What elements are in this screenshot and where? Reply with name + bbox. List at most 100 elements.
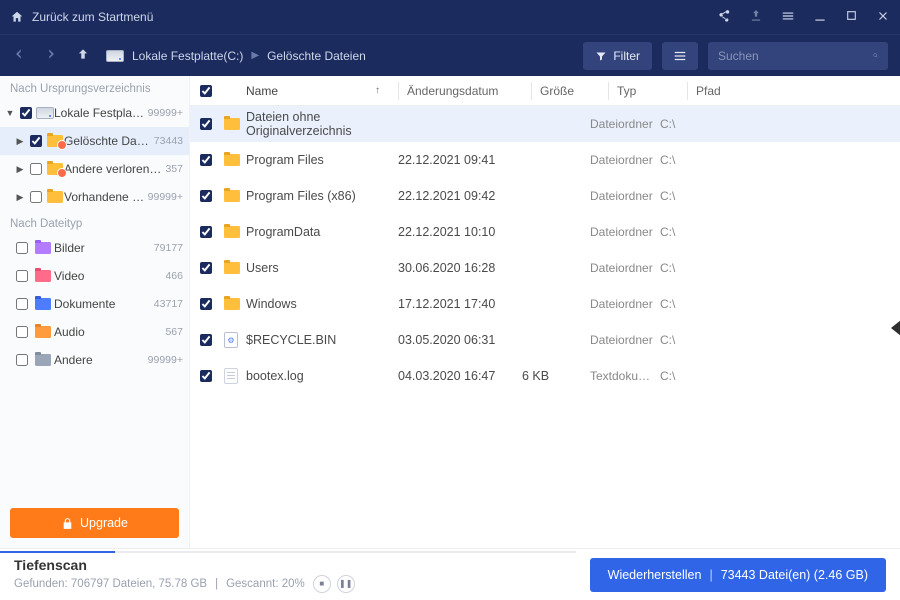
table-header: Name ↑ Änderungsdatum Größe Typ Pfad	[190, 76, 900, 106]
nav-forward-icon[interactable]	[44, 47, 58, 64]
filter-icon	[595, 50, 607, 62]
expander-icon[interactable]: ▶	[14, 192, 26, 203]
category-row[interactable]: Dokumente43717	[0, 290, 189, 318]
category-count: 99999+	[148, 354, 183, 366]
close-icon[interactable]	[876, 9, 890, 26]
tree-sub-checkbox[interactable]	[30, 191, 42, 203]
tree-sub-checkbox[interactable]	[30, 135, 42, 147]
row-icon	[224, 142, 246, 178]
row-checkbox[interactable]	[200, 334, 212, 346]
footer: Tiefenscan Gefunden: 706797 Dateien, 75.…	[0, 548, 900, 600]
table-row[interactable]: Program Files22.12.2021 09:41Dateiordner…	[190, 142, 900, 178]
table-row[interactable]: Program Files (x86)22.12.2021 09:42Datei…	[190, 178, 900, 214]
search-input[interactable]	[718, 49, 873, 63]
category-label: Bilder	[52, 241, 154, 255]
row-size	[522, 214, 590, 250]
category-row[interactable]: Bilder79177	[0, 234, 189, 262]
category-checkbox[interactable]	[16, 270, 28, 282]
filter-button[interactable]: Filter	[583, 42, 652, 70]
breadcrumb-folder[interactable]: Gelöschte Dateien	[267, 49, 366, 63]
row-path: C:\	[660, 358, 900, 394]
row-checkbox[interactable]	[200, 226, 212, 238]
table-row[interactable]: ProgramData22.12.2021 10:10DateiordnerC:…	[190, 214, 900, 250]
row-checkbox[interactable]	[200, 370, 212, 382]
row-checkbox[interactable]	[200, 118, 212, 130]
row-checkbox[interactable]	[200, 298, 212, 310]
header-name[interactable]: Name	[246, 84, 278, 98]
table-row[interactable]: Dateien ohne OriginalverzeichnisDateiord…	[190, 106, 900, 142]
row-path: C:\	[660, 286, 900, 322]
side-panel-toggle[interactable]	[891, 320, 900, 336]
scan-pause-button[interactable]: ❚❚	[337, 575, 355, 593]
breadcrumb-drive[interactable]: Lokale Festplatte(C:)	[132, 49, 243, 63]
row-path: C:\	[660, 142, 900, 178]
header-date[interactable]: Änderungsdatum	[407, 76, 531, 105]
scan-percent: Gescannt: 20%	[226, 578, 305, 590]
tree-drive-checkbox[interactable]	[20, 107, 32, 119]
row-size	[522, 250, 590, 286]
category-checkbox[interactable]	[16, 326, 28, 338]
nav-up-icon[interactable]	[76, 47, 90, 64]
expander-icon[interactable]: ▶	[14, 136, 26, 147]
scan-stop-button[interactable]: ■	[313, 575, 331, 593]
table-row[interactable]: bootex.log04.03.2020 16:476 KBTextdoku…C…	[190, 358, 900, 394]
tree-sub-checkbox[interactable]	[30, 163, 42, 175]
row-type: Textdoku…	[590, 358, 660, 394]
expander-icon[interactable]: ▶	[14, 164, 26, 175]
recover-meta: 73443 Datei(en) (2.46 GB)	[721, 568, 868, 582]
back-to-start-label: Zurück zum Startmenü	[32, 10, 153, 24]
row-checkbox[interactable]	[200, 154, 212, 166]
header-path[interactable]: Pfad	[696, 76, 900, 105]
nav-arrows	[12, 47, 90, 64]
drive-icon	[106, 50, 124, 62]
category-label: Dokumente	[52, 297, 154, 311]
tree-drive-row[interactable]: ▼ Lokale Festplatte(C:) 99999+	[0, 99, 189, 127]
folder-icon	[46, 191, 64, 203]
category-checkbox[interactable]	[16, 298, 28, 310]
back-to-start-button[interactable]: Zurück zum Startmenü	[10, 10, 153, 24]
table-row[interactable]: ⚙$RECYCLE.BIN03.05.2020 06:31Dateiordner…	[190, 322, 900, 358]
row-icon: ⚙	[224, 322, 246, 358]
minimize-icon[interactable]	[813, 9, 827, 26]
export-icon[interactable]	[749, 9, 763, 26]
drive-icon	[36, 107, 54, 119]
table-row[interactable]: Users30.06.2020 16:28DateiordnerC:\	[190, 250, 900, 286]
tree-sub-row[interactable]: ▶Andere verlorene Date…357	[0, 155, 189, 183]
category-checkbox[interactable]	[16, 354, 28, 366]
row-icon	[224, 178, 246, 214]
recover-button[interactable]: Wiederherstellen | 73443 Datei(en) (2.46…	[590, 558, 886, 592]
tree-sub-count: 357	[165, 163, 189, 175]
table-row[interactable]: Windows17.12.2021 17:40DateiordnerC:\	[190, 286, 900, 322]
row-name: bootex.log	[246, 358, 398, 394]
expander-icon[interactable]: ▼	[4, 108, 16, 118]
row-checkbox[interactable]	[200, 190, 212, 202]
sidebar-section-origin: Nach Ursprungsverzeichnis	[0, 76, 189, 99]
tree-sub-row[interactable]: ▶Vorhandene Dateien99999+	[0, 183, 189, 211]
category-checkbox[interactable]	[16, 242, 28, 254]
view-toggle-button[interactable]	[662, 42, 698, 70]
row-checkbox[interactable]	[200, 262, 212, 274]
row-name: Program Files	[246, 142, 398, 178]
share-icon[interactable]	[717, 9, 731, 26]
scan-title: Tiefenscan	[14, 557, 562, 573]
header-type[interactable]: Typ	[617, 76, 687, 105]
menu-icon[interactable]	[781, 9, 795, 26]
home-icon	[10, 10, 24, 24]
tree-sub-row[interactable]: ▶Gelöschte Dateien73443	[0, 127, 189, 155]
upgrade-button[interactable]: Upgrade	[10, 508, 179, 538]
row-date: 22.12.2021 10:10	[398, 214, 522, 250]
search-field[interactable]	[708, 42, 888, 70]
category-folder-icon	[34, 298, 52, 310]
category-count: 567	[165, 326, 183, 338]
sort-asc-icon[interactable]: ↑	[375, 85, 380, 96]
category-row[interactable]: Audio567	[0, 318, 189, 346]
recover-label: Wiederherstellen	[608, 568, 702, 582]
category-row[interactable]: Video466	[0, 262, 189, 290]
header-checkbox[interactable]	[200, 85, 212, 97]
row-type: Dateiordner	[590, 106, 660, 142]
category-row[interactable]: Andere99999+	[0, 346, 189, 374]
header-size[interactable]: Größe	[540, 76, 608, 105]
row-type: Dateiordner	[590, 286, 660, 322]
maximize-icon[interactable]	[845, 9, 858, 25]
nav-back-icon[interactable]	[12, 47, 26, 64]
